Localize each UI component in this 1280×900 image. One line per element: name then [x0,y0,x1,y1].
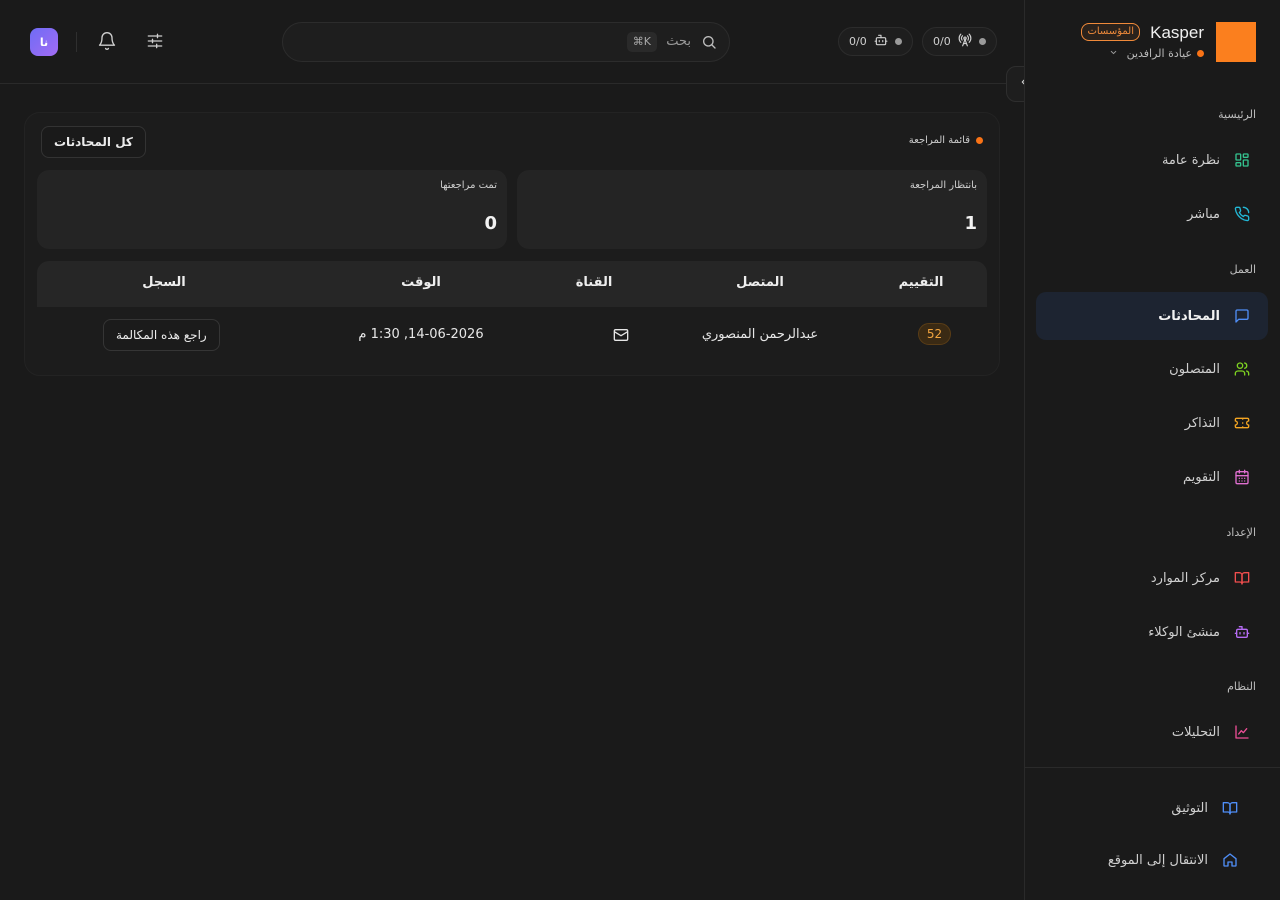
sidebar-item-live[interactable]: مباشر [1036,190,1268,238]
sidebar-item-label: المتصلون [1169,361,1220,377]
sidebar-item-label: مباشر [1187,206,1220,222]
sidebar-item-label: مركز الموارد [1150,570,1220,586]
clinic-status-dot [1197,50,1204,57]
sidebar-item-label: التحليلات [1171,724,1220,740]
search-icon [701,34,717,54]
sidebar-item-tickets[interactable]: التذاكر [1036,399,1268,447]
sidebar-item-label: التقويم [1182,469,1220,485]
column-header-score[interactable]: التقييم [899,275,944,290]
table-header: التقييم المتصل القناة الوقت السجل [37,261,987,307]
sidebar-divider [1024,767,1280,768]
phone-icon [1234,206,1250,222]
all-conversations-button[interactable]: كل المحادثات [41,126,146,158]
agents-status-dot [894,38,902,45]
pending-review-card: بانتظار المراجعة 1 [517,170,987,249]
sidebar-item-conversations[interactable]: المحادثات [1036,292,1268,340]
column-header-log[interactable]: السجل [142,275,186,290]
stat-value: 0 [484,213,497,234]
call-time: 14-06-2026, 1:30 م [358,327,484,342]
channels-status-value: 0/0 [933,35,951,48]
brand-logo [1216,22,1256,62]
brand-name: Kasper [1150,23,1204,42]
stat-label: تمت مراجعتها [440,180,497,191]
sidebar-item-label: نظرة عامة [1161,152,1220,168]
sidebar-item-label: التوثيق [1171,800,1208,816]
chat-icon [1234,308,1250,324]
channels-status-dot [978,38,986,45]
book-open-icon [1222,800,1238,816]
review-table: التقييم المتصل القناة الوقت السجل 52 عبد… [37,261,987,365]
calendar-icon [1234,469,1250,485]
clinic-selector[interactable]: عيادة الرافدين [1109,47,1204,60]
bot-icon [874,33,888,50]
agents-status-value: 0/0 [849,35,867,48]
search-shortcut: ⌘K [626,32,657,52]
mail-icon [613,327,629,347]
bot-icon [1234,624,1250,640]
panel-title-dot [976,137,983,144]
book-icon [1234,570,1250,586]
filters-sliders-icon[interactable] [145,31,165,55]
column-header-channel[interactable]: القناة [576,275,613,290]
sidebar-item-go-to-site[interactable]: الانتقال إلى الموقع [1036,836,1256,884]
toolbar-divider [76,32,77,52]
users-icon [1234,361,1250,377]
score-badge: 52 [918,323,951,345]
section-label-system: النظام [1227,680,1256,693]
user-avatar[interactable]: نا [30,28,58,56]
sidebar-item-overview[interactable]: نظرة عامة [1036,136,1268,184]
reviewed-card: تمت مراجعتها 0 [37,170,507,249]
ticket-icon [1234,415,1250,431]
top-bar: نا بحث ⌘K 0/0 0/0 [0,0,1024,84]
brand-switcher[interactable]: Kasper المؤسسات عيادة الرافدين [1056,20,1256,64]
sidebar-item-label: المحادثات [1158,308,1220,324]
sidebar-item-calendar[interactable]: التقويم [1036,453,1268,501]
sidebar-item-analytics[interactable]: التحليلات [1036,708,1268,756]
channels-status-pill[interactable]: 0/0 [922,27,997,56]
search-bar[interactable]: بحث ⌘K [282,22,730,62]
chart-icon [1234,724,1250,740]
stat-value: 1 [964,213,977,234]
chevron-down-icon [1109,48,1118,60]
notifications-bell-icon[interactable] [97,31,117,55]
home-icon [1222,852,1238,868]
stat-label: بانتظار المراجعة [909,180,977,191]
sidebar-item-agent-builder[interactable]: منشئ الوكلاء [1036,608,1268,656]
review-list-panel: قائمة المراجعة كل المحادثات بانتظار المر… [24,112,1000,376]
search-placeholder: بحث [666,34,691,49]
sidebar-item-label: منشئ الوكلاء [1148,624,1220,640]
review-call-button[interactable]: راجع هذه المكالمة [103,319,220,351]
sidebar-item-docs[interactable]: التوثيق [1036,784,1256,832]
clinic-name: عيادة الرافدين [1126,47,1192,60]
table-row[interactable]: 52 عبدالرحمن المنصوري 14-06-2026, 1:30 م… [37,307,987,365]
column-header-time[interactable]: الوقت [401,275,441,290]
panel-title-text: قائمة المراجعة [908,135,970,146]
column-header-caller[interactable]: المتصل [736,275,784,290]
sidebar-item-label: الانتقال إلى الموقع [1107,852,1208,868]
antenna-icon [958,33,972,50]
sidebar-item-label: التذاكر [1184,415,1220,431]
grid-icon [1234,152,1250,168]
sidebar-item-resource-center[interactable]: مركز الموارد [1036,554,1268,602]
caller-name: عبدالرحمن المنصوري [701,327,819,342]
sidebar-item-callers[interactable]: المتصلون [1036,345,1268,393]
section-label-setup: الإعداد [1226,526,1256,539]
sidebar: Kasper المؤسسات عيادة الرافدين الرئيسية … [1024,0,1280,900]
plan-badge: المؤسسات [1081,23,1140,41]
panel-title: قائمة المراجعة [909,135,983,146]
section-label-work: العمل [1229,263,1256,276]
section-label-home: الرئيسية [1218,108,1256,121]
agents-status-pill[interactable]: 0/0 [838,27,913,56]
